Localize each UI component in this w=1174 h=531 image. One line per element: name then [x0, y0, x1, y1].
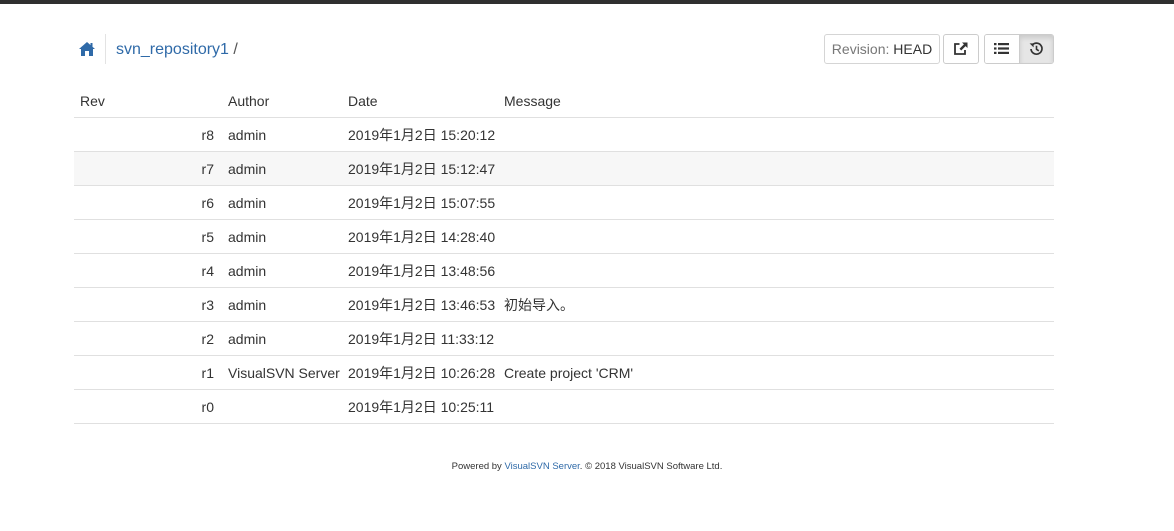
date-cell: 2019年1月2日 15:07:55 — [348, 185, 504, 220]
table-row[interactable]: r8 admin 2019年1月2日 15:20:12 — [74, 117, 1054, 152]
message-cell — [504, 253, 1054, 288]
rev-cell: r1 — [74, 355, 228, 390]
top-bar — [0, 0, 1174, 4]
revision-button[interactable]: Revision: HEAD — [824, 34, 940, 64]
message-cell: 初始导入。 — [504, 287, 1054, 322]
col-rev: Rev — [74, 84, 228, 118]
table-header-row: Rev Author Date Message — [74, 84, 1054, 118]
author-cell — [228, 389, 348, 424]
revision-log-table: Rev Author Date Message r8 admin 2019年1月… — [74, 84, 1054, 424]
table-row[interactable]: r0 2019年1月2日 10:25:11 — [74, 389, 1054, 424]
revision-value: HEAD — [893, 41, 933, 57]
footer-copyright: . © 2018 VisualSVN Software Ltd. — [579, 461, 723, 472]
table-row[interactable]: r7 admin 2019年1月2日 15:12:47 — [74, 151, 1054, 186]
message-cell — [504, 321, 1054, 356]
rev-cell: r3 — [74, 287, 228, 322]
breadcrumb: svn_repository1 / — [116, 41, 238, 59]
rev-cell: r7 — [74, 151, 228, 186]
breadcrumb-separator: / — [233, 41, 238, 58]
footer-prefix: Powered by — [451, 461, 505, 472]
list-view-button[interactable] — [985, 35, 1020, 63]
rev-cell: r5 — [74, 219, 228, 254]
revision-label: Revision: — [831, 41, 890, 57]
footer: Powered by VisualSVN Server. © 2018 Visu… — [0, 461, 1174, 472]
history-view-button[interactable] — [1020, 35, 1053, 63]
rev-cell: r8 — [74, 117, 228, 152]
rev-cell: r6 — [74, 185, 228, 220]
message-cell: Create project 'CRM' — [504, 355, 1054, 390]
table-row[interactable]: r3 admin 2019年1月2日 13:46:53 初始导入。 — [74, 287, 1054, 322]
header-bar: svn_repository1 / Revision: HEAD — [74, 34, 1054, 66]
date-cell: 2019年1月2日 10:25:11 — [348, 389, 504, 424]
table-row[interactable]: r1 VisualSVN Server 2019年1月2日 10:26:28 C… — [74, 355, 1054, 390]
col-author: Author — [228, 84, 348, 118]
external-link-icon — [954, 42, 968, 55]
rev-cell: r0 — [74, 389, 228, 424]
rev-cell: r2 — [74, 321, 228, 356]
message-cell — [504, 389, 1054, 424]
date-cell: 2019年1月2日 10:26:28 — [348, 355, 504, 390]
author-cell: VisualSVN Server — [228, 355, 348, 390]
author-cell: admin — [228, 185, 348, 220]
message-cell — [504, 151, 1054, 186]
home-icon[interactable] — [78, 41, 96, 57]
history-icon — [1029, 42, 1043, 55]
col-message: Message — [504, 84, 1054, 118]
open-external-button[interactable] — [943, 34, 979, 64]
col-date: Date — [348, 84, 504, 118]
header-divider — [105, 34, 106, 64]
rev-cell: r4 — [74, 253, 228, 288]
author-cell: admin — [228, 287, 348, 322]
date-cell: 2019年1月2日 15:12:47 — [348, 151, 504, 186]
author-cell: admin — [228, 117, 348, 152]
footer-visualsvn-link[interactable]: VisualSVN Server — [504, 461, 579, 472]
author-cell: admin — [228, 253, 348, 288]
list-icon — [994, 43, 1009, 54]
author-cell: admin — [228, 219, 348, 254]
table-row[interactable]: r2 admin 2019年1月2日 11:33:12 — [74, 321, 1054, 356]
table-row[interactable]: r5 admin 2019年1月2日 14:28:40 — [74, 219, 1054, 254]
date-cell: 2019年1月2日 13:46:53 — [348, 287, 504, 322]
date-cell: 2019年1月2日 11:33:12 — [348, 321, 504, 356]
view-toggle-group — [984, 34, 1054, 64]
table-row[interactable]: r4 admin 2019年1月2日 13:48:56 — [74, 253, 1054, 288]
message-cell — [504, 185, 1054, 220]
message-cell — [504, 219, 1054, 254]
message-cell — [504, 117, 1054, 152]
date-cell: 2019年1月2日 15:20:12 — [348, 117, 504, 152]
author-cell: admin — [228, 151, 348, 186]
author-cell: admin — [228, 321, 348, 356]
date-cell: 2019年1月2日 13:48:56 — [348, 253, 504, 288]
date-cell: 2019年1月2日 14:28:40 — [348, 219, 504, 254]
breadcrumb-repo-link[interactable]: svn_repository1 — [116, 41, 229, 58]
table-row[interactable]: r6 admin 2019年1月2日 15:07:55 — [74, 185, 1054, 220]
